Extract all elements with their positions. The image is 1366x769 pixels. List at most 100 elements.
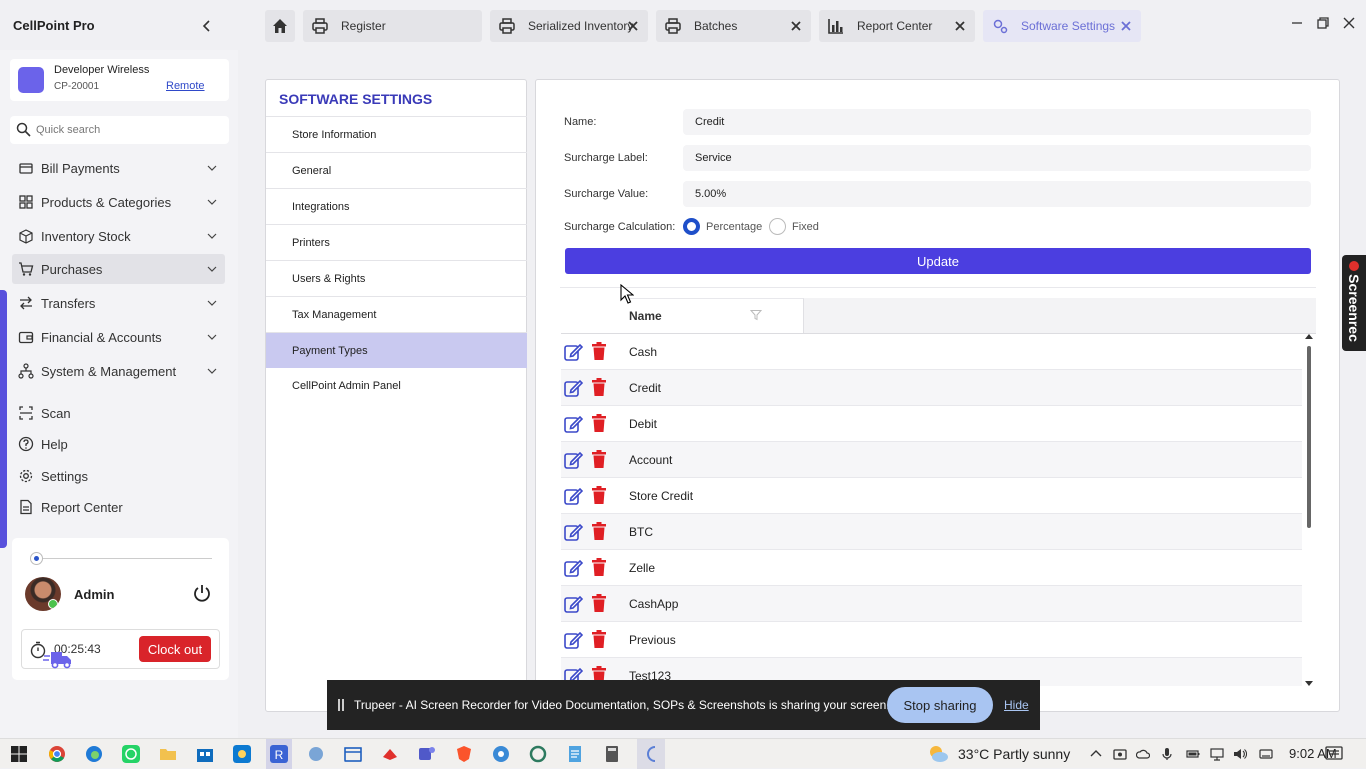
tab-serialized-inventory[interactable]: Serialized Inventory [490,10,648,42]
chrome-icon[interactable] [48,745,66,763]
close-icon[interactable] [953,19,967,33]
column-header-name[interactable]: Name [622,298,804,333]
radio-circle-checked[interactable] [683,218,700,235]
microphone-icon[interactable] [1160,747,1174,761]
table-row[interactable]: BTC [561,514,1302,550]
keyboard-icon[interactable] [1259,747,1273,761]
weather-text[interactable]: 33°C Partly sunny [958,746,1070,762]
app-icon[interactable] [492,745,510,763]
nav-help[interactable]: Help [12,429,225,459]
brave-icon[interactable] [455,745,473,763]
tab-register[interactable]: Register [303,10,482,42]
trash-icon[interactable] [591,377,607,397]
cellpoint-app-icon[interactable]: R [266,739,292,769]
vertical-scrollbar[interactable] [1304,334,1314,686]
notepad-icon[interactable] [566,745,584,763]
surcharge-label-field[interactable]: Service [683,145,1311,171]
nav-scan[interactable]: Scan [12,398,225,428]
edit-icon[interactable] [563,558,583,578]
weather-partly-sunny-icon[interactable] [927,744,949,764]
app-icon[interactable] [637,739,665,769]
filter-icon[interactable] [750,309,762,321]
anydesk-icon[interactable] [381,745,399,763]
screenrec-badge[interactable]: Screenrec [1342,255,1366,351]
edit-icon[interactable] [563,522,583,542]
quick-search[interactable] [10,116,229,144]
trash-icon[interactable] [591,341,607,361]
calendar-icon[interactable] [344,745,362,763]
chevron-up-icon[interactable] [1089,747,1103,761]
table-row[interactable]: Zelle [561,550,1302,586]
radio-circle[interactable] [769,218,786,235]
minimize-icon[interactable] [1290,16,1304,30]
nav-bill-payments[interactable]: Bill Payments [12,153,225,183]
scroll-down-arrow[interactable] [1305,681,1313,686]
tab-batches[interactable]: Batches [656,10,811,42]
table-row[interactable]: Credit [561,370,1302,406]
network-icon[interactable] [1210,747,1224,761]
table-row[interactable]: Debit [561,406,1302,442]
tab-report-center[interactable]: Report Center [819,10,975,42]
nav-inventory-stock[interactable]: Inventory Stock [12,221,225,251]
edge-icon[interactable] [85,745,103,763]
remote-link[interactable]: Remote [166,80,205,92]
edit-icon[interactable] [563,342,583,362]
collapse-sidebar-icon[interactable] [200,18,214,34]
power-icon[interactable] [192,583,212,603]
app-icon[interactable] [529,745,547,763]
tab-software-settings[interactable]: Software Settings [983,10,1141,42]
store-card[interactable]: Developer Wireless CP-20001 Remote [10,59,229,101]
nav-products-categories[interactable]: Products & Categories [12,187,225,217]
avatar[interactable] [25,577,61,611]
paint-app-icon[interactable] [233,745,251,763]
status-slider[interactable] [30,552,212,566]
settings-item-general[interactable]: General [266,152,527,188]
trash-icon[interactable] [591,485,607,505]
file-explorer-icon[interactable] [159,745,177,763]
settings-item-integrations[interactable]: Integrations [266,188,527,224]
trash-icon[interactable] [591,557,607,577]
settings-item-tax-management[interactable]: Tax Management [266,296,527,332]
nav-purchases[interactable]: Purchases [12,254,225,284]
settings-item-admin-panel[interactable]: CellPoint Admin Panel [266,368,527,404]
table-row[interactable]: Account [561,442,1302,478]
radio-percentage[interactable]: Percentage [683,218,762,235]
restore-icon[interactable] [1316,16,1330,30]
table-row[interactable]: Previous [561,622,1302,658]
edit-icon[interactable] [563,486,583,506]
nav-settings[interactable]: Settings [12,461,225,491]
trash-icon[interactable] [591,629,607,649]
table-row[interactable]: CashApp [561,586,1302,622]
store-app-icon[interactable] [196,745,214,763]
close-icon[interactable] [1119,19,1133,33]
cloud-sync-icon[interactable] [1136,747,1150,761]
update-button[interactable]: Update [565,248,1311,274]
slider-knob[interactable] [30,552,43,565]
nav-report-center[interactable]: Report Center [12,492,225,522]
edit-icon[interactable] [563,630,583,650]
hide-link[interactable]: Hide [1004,698,1029,712]
tab-home[interactable] [265,10,295,42]
app-icon[interactable] [307,745,325,763]
settings-item-payment-types[interactable]: Payment Types [266,332,527,368]
clock-out-button[interactable]: Clock out [139,636,211,662]
trash-icon[interactable] [591,593,607,613]
scroll-thumb[interactable] [1307,346,1311,528]
delivery-truck-icon[interactable] [42,648,74,670]
close-icon[interactable] [626,19,640,33]
calculator-icon[interactable] [603,745,621,763]
whatsapp-icon[interactable] [122,745,140,763]
nav-transfers[interactable]: Transfers [12,288,225,318]
trash-icon[interactable] [591,413,607,433]
edit-icon[interactable] [563,378,583,398]
search-input[interactable] [36,120,221,140]
trash-icon[interactable] [591,521,607,541]
edit-icon[interactable] [563,594,583,614]
radio-fixed[interactable]: Fixed [769,218,819,235]
drag-handle-icon[interactable] [337,699,345,711]
stop-sharing-button[interactable]: Stop sharing [887,687,993,723]
close-window-icon[interactable] [1342,16,1356,30]
scroll-up-arrow[interactable] [1305,334,1313,339]
nav-financial-accounts[interactable]: Financial & Accounts [12,322,225,352]
screen-capture-icon[interactable] [1113,747,1127,761]
